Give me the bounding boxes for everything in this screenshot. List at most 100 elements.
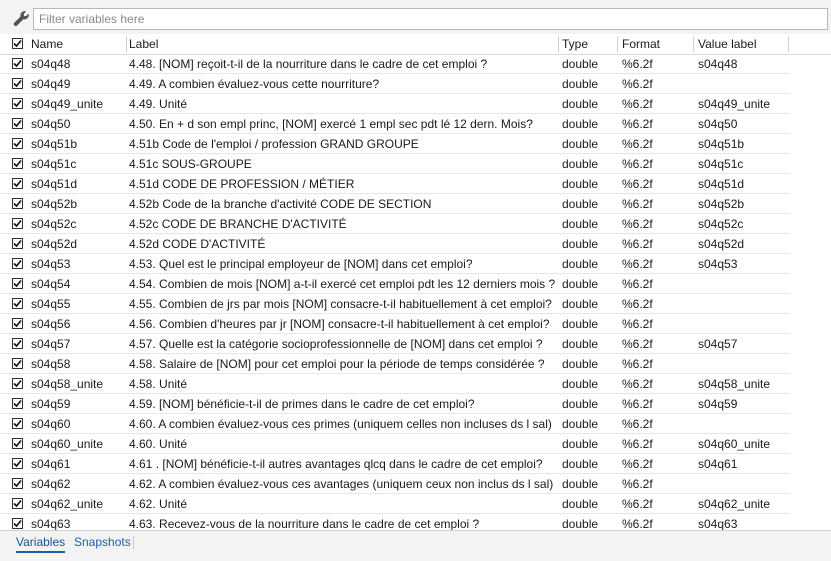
table-row[interactable]: s04q60_unite 4.60. Unité double %6.2f s04q60…	[0, 434, 790, 454]
variable-value-label-cell: s04q52d	[698, 237, 745, 251]
variable-name-cell: s04q55	[31, 297, 71, 311]
select-all-checkbox[interactable]	[12, 38, 23, 49]
filter-variables-input[interactable]	[33, 8, 828, 30]
row-checkbox[interactable]	[12, 418, 23, 429]
row-checkbox[interactable]	[12, 478, 23, 489]
variable-format-cell: %6.2f	[622, 177, 653, 191]
column-divider[interactable]	[126, 36, 127, 52]
table-row[interactable]: s04q61 4.61 . [NOM] bénéficie-t-il autres…	[0, 454, 790, 474]
checkmark-icon	[13, 219, 22, 228]
variable-name-cell: s04q58_unite	[31, 377, 104, 391]
column-divider[interactable]	[617, 36, 618, 52]
variable-type-cell: double	[562, 517, 599, 530]
variable-format-cell: %6.2f	[622, 397, 653, 411]
row-checkbox[interactable]	[12, 338, 23, 349]
row-checkbox[interactable]	[12, 518, 23, 529]
row-checkbox[interactable]	[12, 258, 23, 269]
column-header-format[interactable]: Format	[622, 34, 692, 54]
variable-format-cell: %6.2f	[622, 217, 653, 231]
row-checkbox[interactable]	[12, 278, 23, 289]
row-checkbox[interactable]	[12, 138, 23, 149]
table-row[interactable]: s04q48 4.48. [NOM] reçoit-t-il de la nour…	[0, 54, 790, 74]
variable-label-cell: 4.60. A combien évaluez-vous ces primes …	[129, 417, 552, 431]
column-divider[interactable]	[788, 36, 789, 52]
column-header-label[interactable]: Label	[129, 34, 557, 54]
table-row[interactable]: s04q51d 4.51d CODE DE PROFESSION / MÉTIER…	[0, 174, 790, 194]
variable-name-cell: s04q61	[31, 457, 71, 471]
tab-variables[interactable]: Variables	[16, 533, 66, 553]
column-divider[interactable]	[558, 36, 559, 52]
table-row[interactable]: s04q51b 4.51b Code de l'emploi / professi…	[0, 134, 790, 154]
variable-type-cell: double	[562, 157, 599, 171]
table-row[interactable]: s04q60 4.60. A combien évaluez-vous ces p…	[0, 414, 790, 434]
variable-format-cell: %6.2f	[622, 457, 653, 471]
table-row[interactable]: s04q53 4.53. Quel est le principal employ…	[0, 254, 790, 274]
table-row[interactable]: s04q57 4.57. Quelle est la catégorie soci…	[0, 334, 790, 354]
table-row[interactable]: s04q56 4.56. Combien d'heures par jr [NOM…	[0, 314, 790, 334]
row-checkbox[interactable]	[12, 198, 23, 209]
table-row[interactable]: s04q52b 4.52b Code de la branche d'activi…	[0, 194, 790, 214]
row-checkbox[interactable]	[12, 58, 23, 69]
table-row[interactable]: s04q54 4.54. Combien de mois [NOM] a-t-il…	[0, 274, 790, 294]
row-checkbox[interactable]	[12, 218, 23, 229]
variable-format-cell: %6.2f	[622, 497, 653, 511]
row-checkbox[interactable]	[12, 358, 23, 369]
variable-format-cell: %6.2f	[622, 117, 653, 131]
row-checkbox[interactable]	[12, 158, 23, 169]
variable-name-cell: s04q49_unite	[31, 97, 104, 111]
row-checkbox[interactable]	[12, 178, 23, 189]
row-checkbox[interactable]	[12, 398, 23, 409]
checkmark-icon	[13, 439, 22, 448]
variable-label-cell: 4.52c CODE DE BRANCHE D'ACTIVITÉ	[129, 217, 347, 231]
row-checkbox[interactable]	[12, 498, 23, 509]
table-row[interactable]: s04q62 4.62. A combien évaluez-vous ces a…	[0, 474, 790, 494]
table-row[interactable]: s04q49_unite 4.49. Unité double %6.2f s04q49…	[0, 94, 790, 114]
column-divider[interactable]	[693, 36, 694, 52]
column-header-value-label[interactable]: Value label	[698, 34, 788, 54]
variable-name-cell: s04q52c	[31, 217, 77, 231]
row-checkbox[interactable]	[12, 98, 23, 109]
checkmark-icon	[13, 359, 22, 368]
checkmark-icon	[13, 39, 22, 48]
filter-bar	[0, 0, 831, 37]
row-checkbox[interactable]	[12, 458, 23, 469]
row-checkbox[interactable]	[12, 298, 23, 309]
column-header-type[interactable]: Type	[562, 34, 618, 54]
table-row[interactable]: s04q51c 4.51c SOUS-GROUPE double %6.2f s04q5…	[0, 154, 790, 174]
checkmark-icon	[13, 459, 22, 468]
row-checkbox[interactable]	[12, 118, 23, 129]
row-checkbox[interactable]	[12, 438, 23, 449]
table-row[interactable]: s04q55 4.55. Combien de jrs par mois [NOM…	[0, 294, 790, 314]
variable-format-cell: %6.2f	[622, 57, 653, 71]
variable-label-cell: 4.60. Unité	[129, 437, 188, 451]
variable-value-label-cell: s04q48	[698, 57, 738, 71]
table-row[interactable]: s04q52d 4.52d CODE D'ACTIVITÉ double %6.2f s…	[0, 234, 790, 254]
variable-value-label-cell: s04q52c	[698, 217, 744, 231]
row-checkbox[interactable]	[12, 318, 23, 329]
table-row[interactable]: s04q58_unite 4.58. Unité double %6.2f s04q58…	[0, 374, 790, 394]
variable-label-cell: 4.62. A combien évaluez-vous ces avantag…	[129, 477, 554, 491]
table-row[interactable]: s04q58 4.58. Salaire de [NOM] pour cet em…	[0, 354, 790, 374]
row-checkbox[interactable]	[12, 378, 23, 389]
variable-type-cell: double	[562, 237, 599, 251]
table-row[interactable]: s04q50 4.50. En + d son empl princ, [NOM]…	[0, 114, 790, 134]
tab-snapshots[interactable]: Snapshots	[74, 533, 131, 551]
column-header-name[interactable]: Name	[31, 34, 126, 54]
checkmark-icon	[13, 119, 22, 128]
row-checkbox[interactable]	[12, 78, 23, 89]
row-checkbox[interactable]	[12, 238, 23, 249]
table-row[interactable]: s04q62_unite 4.62. Unité double %6.2f s04q62…	[0, 494, 790, 514]
tab-divider	[133, 536, 134, 549]
variable-type-cell: double	[562, 97, 599, 111]
variable-value-label-cell: s04q63	[698, 517, 738, 530]
variable-value-label-cell: s04q49_unite	[698, 97, 771, 111]
table-row[interactable]: s04q63 4.63. Recevez-vous de la nourritur…	[0, 514, 790, 530]
variable-name-cell: s04q50	[31, 117, 71, 131]
table-row[interactable]: s04q52c 4.52c CODE DE BRANCHE D'ACTIVITÉ d…	[0, 214, 790, 234]
variable-format-cell: %6.2f	[622, 357, 653, 371]
wrench-icon[interactable]	[12, 9, 32, 29]
checkmark-icon	[13, 259, 22, 268]
table-row[interactable]: s04q59 4.59. [NOM] bénéficie-t-il de prim…	[0, 394, 790, 414]
table-row[interactable]: s04q49 4.49. A combien évaluez-vous cette…	[0, 74, 790, 94]
variable-name-cell: s04q62	[31, 477, 71, 491]
